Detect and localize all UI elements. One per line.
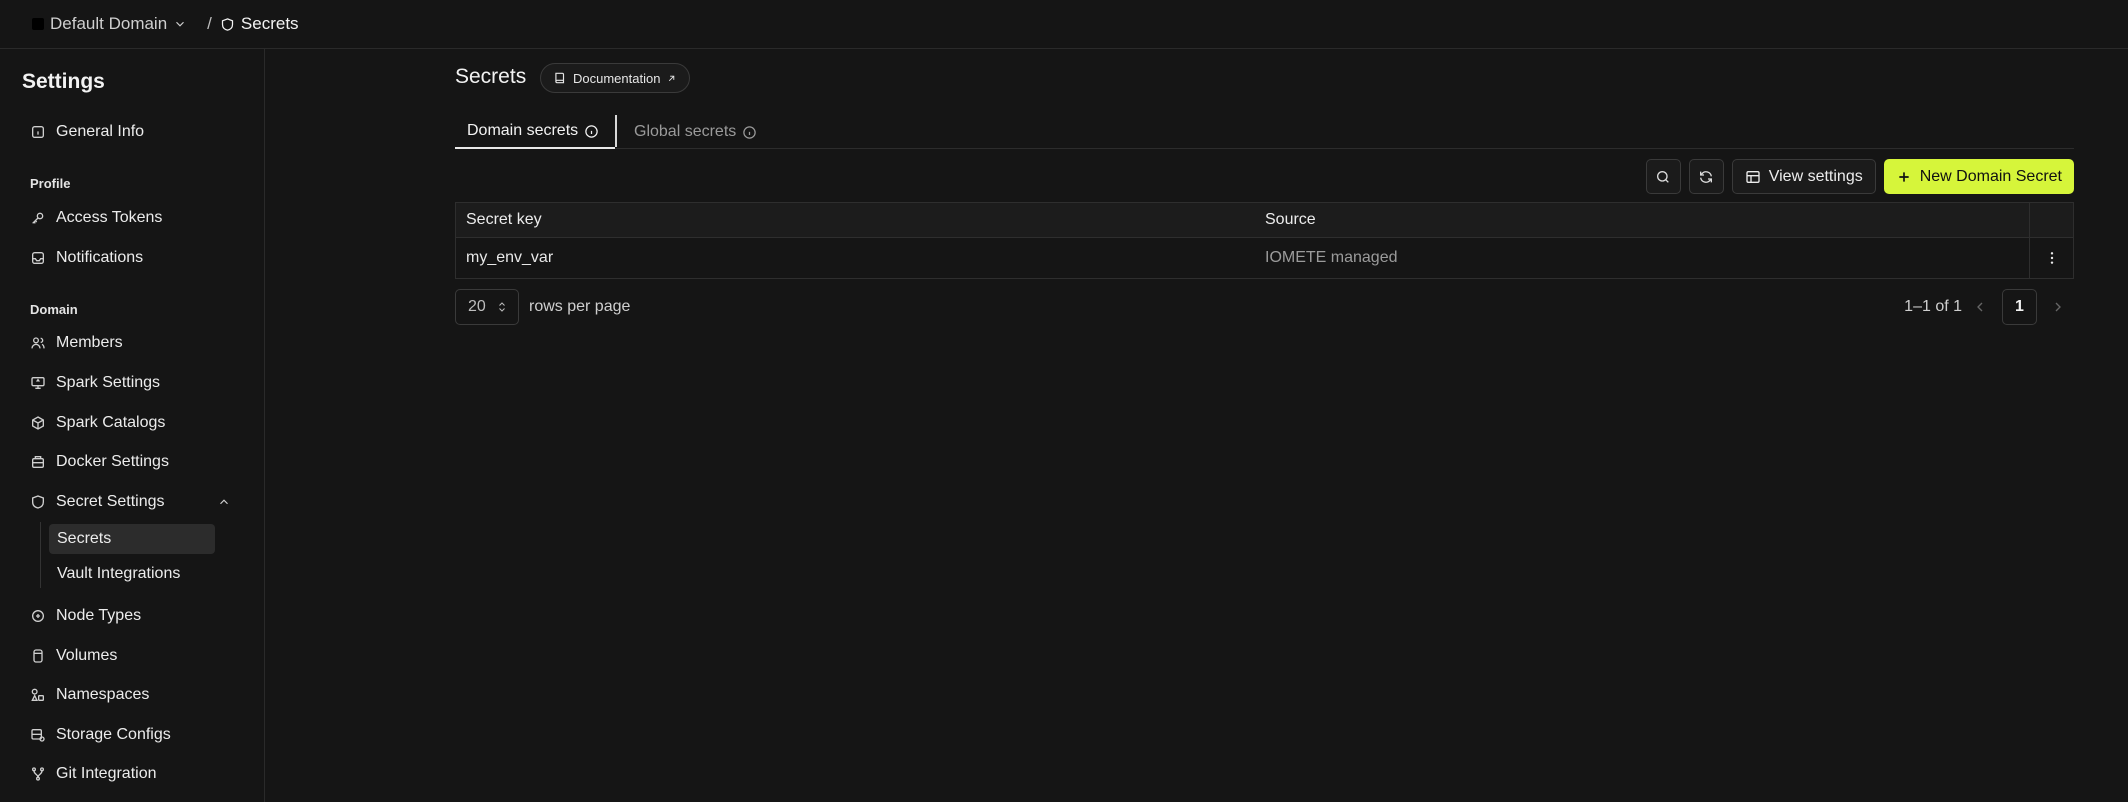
- column-divider: [2029, 203, 2030, 237]
- tab-label: Domain secrets: [467, 122, 579, 139]
- sidebar-item-label: Docker Settings: [56, 453, 169, 470]
- shapes-icon: [31, 688, 44, 701]
- refresh-button[interactable]: [1688, 159, 1724, 194]
- chevron-down-icon: [176, 21, 185, 27]
- storage-gear-icon: [31, 729, 45, 742]
- sidebar-item-label: Namespaces: [56, 686, 150, 703]
- source-cell: IOMETE managed: [1265, 249, 1398, 266]
- sidebar-item-label: Members: [56, 334, 123, 351]
- tab-global-secrets[interactable]: Global secrets: [634, 115, 757, 149]
- sidebar-item-label: Secret Settings: [56, 493, 165, 510]
- search-button[interactable]: [1645, 159, 1681, 194]
- domain-name: Default Domain: [50, 14, 168, 33]
- sidebar-item-storage-configs[interactable]: Storage Configs: [30, 722, 171, 748]
- table-columns-icon: [1746, 170, 1760, 183]
- cylinder-icon: [33, 649, 43, 663]
- sidebar-item-label: Spark Catalogs: [56, 414, 166, 431]
- sidebar-item-label: Access Tokens: [56, 209, 163, 226]
- page-button-current[interactable]: 1: [2002, 289, 2037, 325]
- sidebar-item-label: Node Types: [56, 607, 142, 624]
- sidebar-title: Settings: [22, 70, 105, 93]
- breadcrumb-current: Secrets: [220, 14, 299, 34]
- tab-domain-secrets[interactable]: Domain secrets: [455, 115, 615, 149]
- info-icon: [585, 124, 598, 138]
- chevron-right-icon[interactable]: [2050, 299, 2066, 315]
- domain-switcher[interactable]: Default Domain: [32, 14, 187, 34]
- sidebar-item-access-tokens[interactable]: Access Tokens: [30, 205, 162, 231]
- column-header-source[interactable]: Source: [1265, 203, 1316, 237]
- external-link-icon: [669, 75, 675, 81]
- row-actions-button[interactable]: [2030, 238, 2074, 278]
- section-label-domain: Domain: [30, 302, 78, 317]
- sidebar-item-label: Notifications: [56, 249, 144, 266]
- sidebar-item-general-info[interactable]: General Info: [30, 119, 144, 145]
- shield-icon: [32, 495, 44, 509]
- sidebar-item-label: Spark Settings: [56, 374, 161, 391]
- section-label-profile: Profile: [30, 176, 71, 191]
- table-header-row: Secret key Source: [456, 203, 2073, 238]
- sidebar-item-node-types[interactable]: Node Types: [30, 603, 141, 629]
- book-icon: [555, 72, 565, 84]
- plus-icon: [1899, 171, 1909, 182]
- breadcrumb-separator: /: [207, 14, 212, 33]
- sidebar-item-notifications[interactable]: Notifications: [30, 245, 143, 271]
- info-square-icon: [32, 126, 44, 138]
- sidebar-item-label: General Info: [56, 123, 145, 140]
- view-settings-button[interactable]: View settings: [1731, 159, 1876, 194]
- cube-icon: [32, 416, 44, 430]
- table-toolbar: View settings New Domain Secret: [1645, 159, 2074, 195]
- breadcrumb-label: Secrets: [240, 14, 299, 33]
- inbox-icon: [32, 252, 44, 264]
- sidebar-item-namespaces[interactable]: Namespaces: [30, 682, 149, 708]
- new-domain-secret-button[interactable]: New Domain Secret: [1883, 159, 2074, 194]
- submenu-guide-line: [40, 522, 41, 588]
- domain-logo-icon: [32, 18, 44, 30]
- key-icon: [32, 212, 44, 224]
- shield-icon: [221, 17, 234, 31]
- column-header-secret-key[interactable]: Secret key: [466, 203, 542, 237]
- sidebar-item-members[interactable]: Members: [30, 330, 123, 356]
- search-icon: [1657, 170, 1670, 183]
- sidebar-item-label: Git Integration: [56, 765, 157, 782]
- monitor-icon: [31, 377, 45, 389]
- rows-per-page-label: rows per page: [529, 298, 631, 315]
- tab-label: Global secrets: [634, 123, 737, 140]
- sidebar-subitem-secrets[interactable]: Secrets: [49, 524, 215, 554]
- chevron-up-down-icon: [498, 302, 505, 312]
- sidebar-item-volumes[interactable]: Volumes: [30, 643, 117, 669]
- refresh-icon: [1700, 170, 1713, 183]
- pagination: 20 rows per page 1–1 of 1 1: [455, 289, 2074, 325]
- table-row[interactable]: my_env_var IOMETE managed: [456, 238, 2073, 278]
- chevron-left-icon[interactable]: [1972, 299, 1988, 315]
- git-branch-icon: [32, 767, 44, 781]
- page-title: Secrets: [455, 65, 527, 88]
- chevron-up-icon[interactable]: [217, 495, 231, 509]
- rows-per-page-select[interactable]: 20: [455, 289, 519, 325]
- secret-key-cell[interactable]: my_env_var: [466, 238, 553, 278]
- tab-divider: [615, 115, 617, 147]
- users-icon: [31, 337, 45, 349]
- cpu-badge-icon: [32, 610, 44, 622]
- sidebar-item-secret-settings[interactable]: Secret Settings: [30, 489, 165, 515]
- settings-sidebar: Settings General Info Profile Access Tok…: [0, 49, 265, 802]
- view-settings-label: View settings: [1768, 167, 1863, 185]
- sidebar-subitem-vault-integrations[interactable]: Vault Integrations: [49, 559, 215, 589]
- documentation-label: Documentation: [573, 70, 661, 86]
- secrets-tabs: Domain secrets Global secrets: [455, 115, 2074, 149]
- container-icon: [32, 456, 44, 468]
- new-domain-secret-label: New Domain Secret: [1919, 167, 2062, 185]
- pagination-range: 1–1 of 1: [1904, 298, 1962, 315]
- sidebar-item-git-integration[interactable]: Git Integration: [30, 761, 157, 787]
- sidebar-item-label: Volumes: [56, 647, 118, 664]
- sidebar-item-spark-settings[interactable]: Spark Settings: [30, 370, 160, 396]
- sidebar-item-docker-settings[interactable]: Docker Settings: [30, 449, 169, 475]
- secrets-table: Secret key Source my_env_var IOMETE mana…: [455, 202, 2074, 279]
- info-icon: [743, 125, 757, 139]
- documentation-link[interactable]: Documentation: [540, 63, 691, 93]
- rows-per-page-value: 20: [468, 298, 486, 315]
- sidebar-item-spark-catalogs[interactable]: Spark Catalogs: [30, 410, 165, 436]
- top-bar: Default Domain / Secrets: [0, 0, 2128, 49]
- more-vertical-icon: [2050, 252, 2054, 264]
- sidebar-item-label: Storage Configs: [56, 726, 171, 743]
